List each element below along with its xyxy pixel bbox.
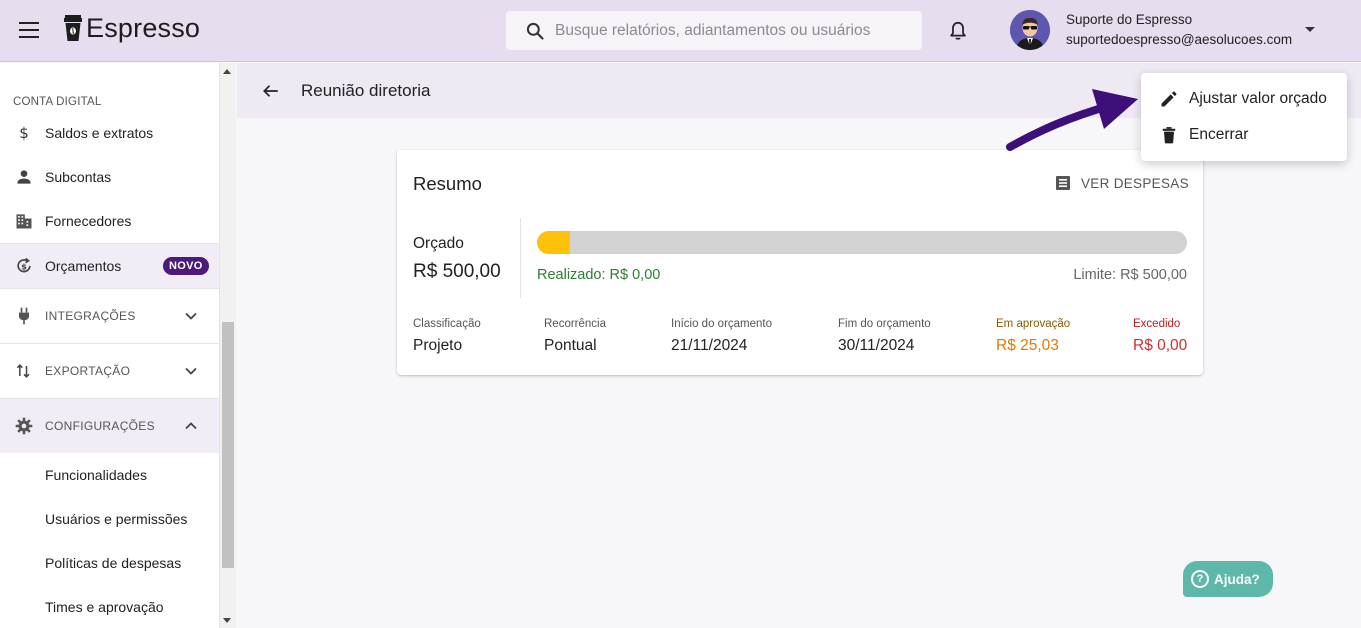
menu-item-label: Ajustar valor orçado — [1189, 90, 1327, 107]
swap-vert-icon — [14, 361, 34, 381]
sidebar-item-label: Orçamentos — [45, 258, 122, 274]
building-icon — [14, 211, 34, 231]
ver-despesas-label: VER DESPESAS — [1081, 175, 1189, 191]
sidebar-item-label: Saldos e extratos — [45, 125, 154, 141]
sidebar-subitem-funcionalidades[interactable]: Funcionalidades — [45, 467, 147, 483]
svg-text:$: $ — [19, 124, 29, 142]
sidebar-section-label: CONTA DIGITAL — [13, 96, 102, 108]
field-value-inicio: 21/11/2024 — [671, 337, 748, 354]
receipt-icon — [1056, 176, 1070, 190]
field-value-fim: 30/11/2024 — [838, 337, 915, 354]
help-label: Ajuda? — [1214, 571, 1260, 587]
sidebar-item-fornecedores[interactable]: Fornecedores — [0, 209, 219, 233]
sidebar-group-label: INTEGRAÇÕES — [45, 308, 136, 323]
budget-progress-bar — [537, 231, 1187, 254]
field-value-excedido: R$ 0,00 — [1133, 337, 1188, 354]
ver-despesas-button[interactable]: VER DESPESAS — [1055, 175, 1189, 191]
summary-card: Resumo VER DESPESAS Orçado R$ 500,00 Rea… — [397, 150, 1203, 375]
help-question-icon: ? — [1191, 570, 1209, 588]
field-value-em-aprovacao: R$ 25,03 — [996, 337, 1059, 354]
search-icon — [526, 22, 544, 40]
new-badge: NOVO — [163, 257, 209, 275]
chevron-up-icon — [185, 422, 197, 430]
help-button[interactable]: ? Ajuda? — [1183, 561, 1273, 597]
sidebar-group-integracoes[interactable]: INTEGRAÇÕES — [0, 289, 219, 342]
pencil-icon — [1161, 91, 1177, 107]
field-value-classificacao: Projeto — [413, 337, 463, 354]
user-email: suportedoespresso@aesolucoes.com — [1066, 32, 1293, 47]
sidebar-subitem-times[interactable]: Times e aprovação — [45, 599, 164, 615]
agent-avatar-icon — [1010, 10, 1050, 50]
sidebar: CONTA DIGITAL $ Saldos e extratos Subcon… — [0, 63, 220, 628]
page-title: Reunião diretoria — [301, 81, 431, 100]
scroll-down-arrow-icon[interactable] — [223, 618, 231, 623]
budgeted-label: Orçado — [413, 235, 464, 252]
sidebar-item-label: Subcontas — [45, 169, 112, 185]
actions-menu: Ajustar valor orçado Encerrar — [1141, 73, 1347, 161]
gear-icon — [14, 416, 34, 436]
card-title: Resumo — [413, 173, 482, 194]
sidebar-group-label: CONFIGURAÇÕES — [45, 419, 155, 433]
sidebar-group-label: EXPORTAÇÃO — [45, 363, 131, 378]
realized-amount: Realizado: R$ 0,00 — [537, 267, 661, 283]
app-name: Espresso — [86, 12, 201, 43]
person-icon — [14, 167, 34, 187]
trash-icon — [1162, 127, 1176, 144]
sidebar-item-orcamentos[interactable]: $ Orçamentos NOVO — [0, 244, 219, 288]
scrollbar-thumb[interactable] — [222, 322, 234, 568]
field-label-fim: Fim do orçamento — [838, 318, 931, 330]
sidebar-item-saldos[interactable]: $ Saldos e extratos — [0, 121, 219, 145]
field-label-classificacao: Classificação — [413, 318, 481, 330]
avatar[interactable] — [1010, 10, 1050, 50]
limit-amount: Limite: R$ 500,00 — [1073, 267, 1187, 283]
menu-item-ajustar-valor[interactable]: Ajustar valor orçado — [1141, 81, 1347, 117]
notifications-bell-icon[interactable] — [947, 20, 969, 42]
sidebar-item-label: Fornecedores — [45, 213, 132, 229]
back-arrow-icon[interactable] — [262, 82, 280, 100]
user-name: Suporte do Espresso — [1066, 12, 1193, 27]
sidebar-subitem-politicas[interactable]: Políticas de despesas — [45, 555, 181, 571]
menu-item-encerrar[interactable]: Encerrar — [1141, 117, 1347, 153]
plug-icon — [14, 306, 34, 326]
chevron-down-icon — [185, 312, 197, 320]
chevron-down-icon — [185, 367, 197, 375]
svg-text:$: $ — [21, 261, 27, 271]
vertical-divider — [520, 218, 521, 298]
budget-icon: $ — [14, 256, 34, 276]
field-value-recorrencia: Pontual — [544, 337, 597, 354]
field-label-excedido: Excedido — [1133, 318, 1181, 330]
coffee-cup-icon — [64, 15, 82, 41]
menu-item-label: Encerrar — [1189, 126, 1249, 143]
user-menu-caret-icon[interactable] — [1305, 27, 1315, 32]
logo[interactable]: Espresso — [64, 12, 200, 44]
budget-progress-fill — [537, 231, 570, 254]
field-label-inicio: Início do orçamento — [671, 318, 773, 330]
sidebar-group-exportacao[interactable]: EXPORTAÇÃO — [0, 344, 219, 397]
annotation-arrow — [1006, 89, 1138, 151]
sidebar-group-configuracoes[interactable]: CONFIGURAÇÕES — [0, 399, 219, 453]
sidebar-item-subcontas[interactable]: Subcontas — [0, 165, 219, 189]
budgeted-value: R$ 500,00 — [413, 261, 501, 282]
menu-icon[interactable] — [19, 22, 39, 38]
field-label-recorrencia: Recorrência — [544, 318, 606, 330]
sidebar-subitem-usuarios[interactable]: Usuários e permissões — [45, 511, 187, 527]
search-input[interactable] — [555, 21, 915, 40]
scroll-up-arrow-icon[interactable] — [223, 69, 231, 74]
search-bar[interactable] — [506, 11, 922, 50]
app-bar: Espresso Suporte do Espresso suportedoes… — [0, 0, 1361, 62]
field-label-em-aprovacao: Em aprovação — [996, 318, 1071, 330]
dollar-icon: $ — [14, 123, 34, 143]
